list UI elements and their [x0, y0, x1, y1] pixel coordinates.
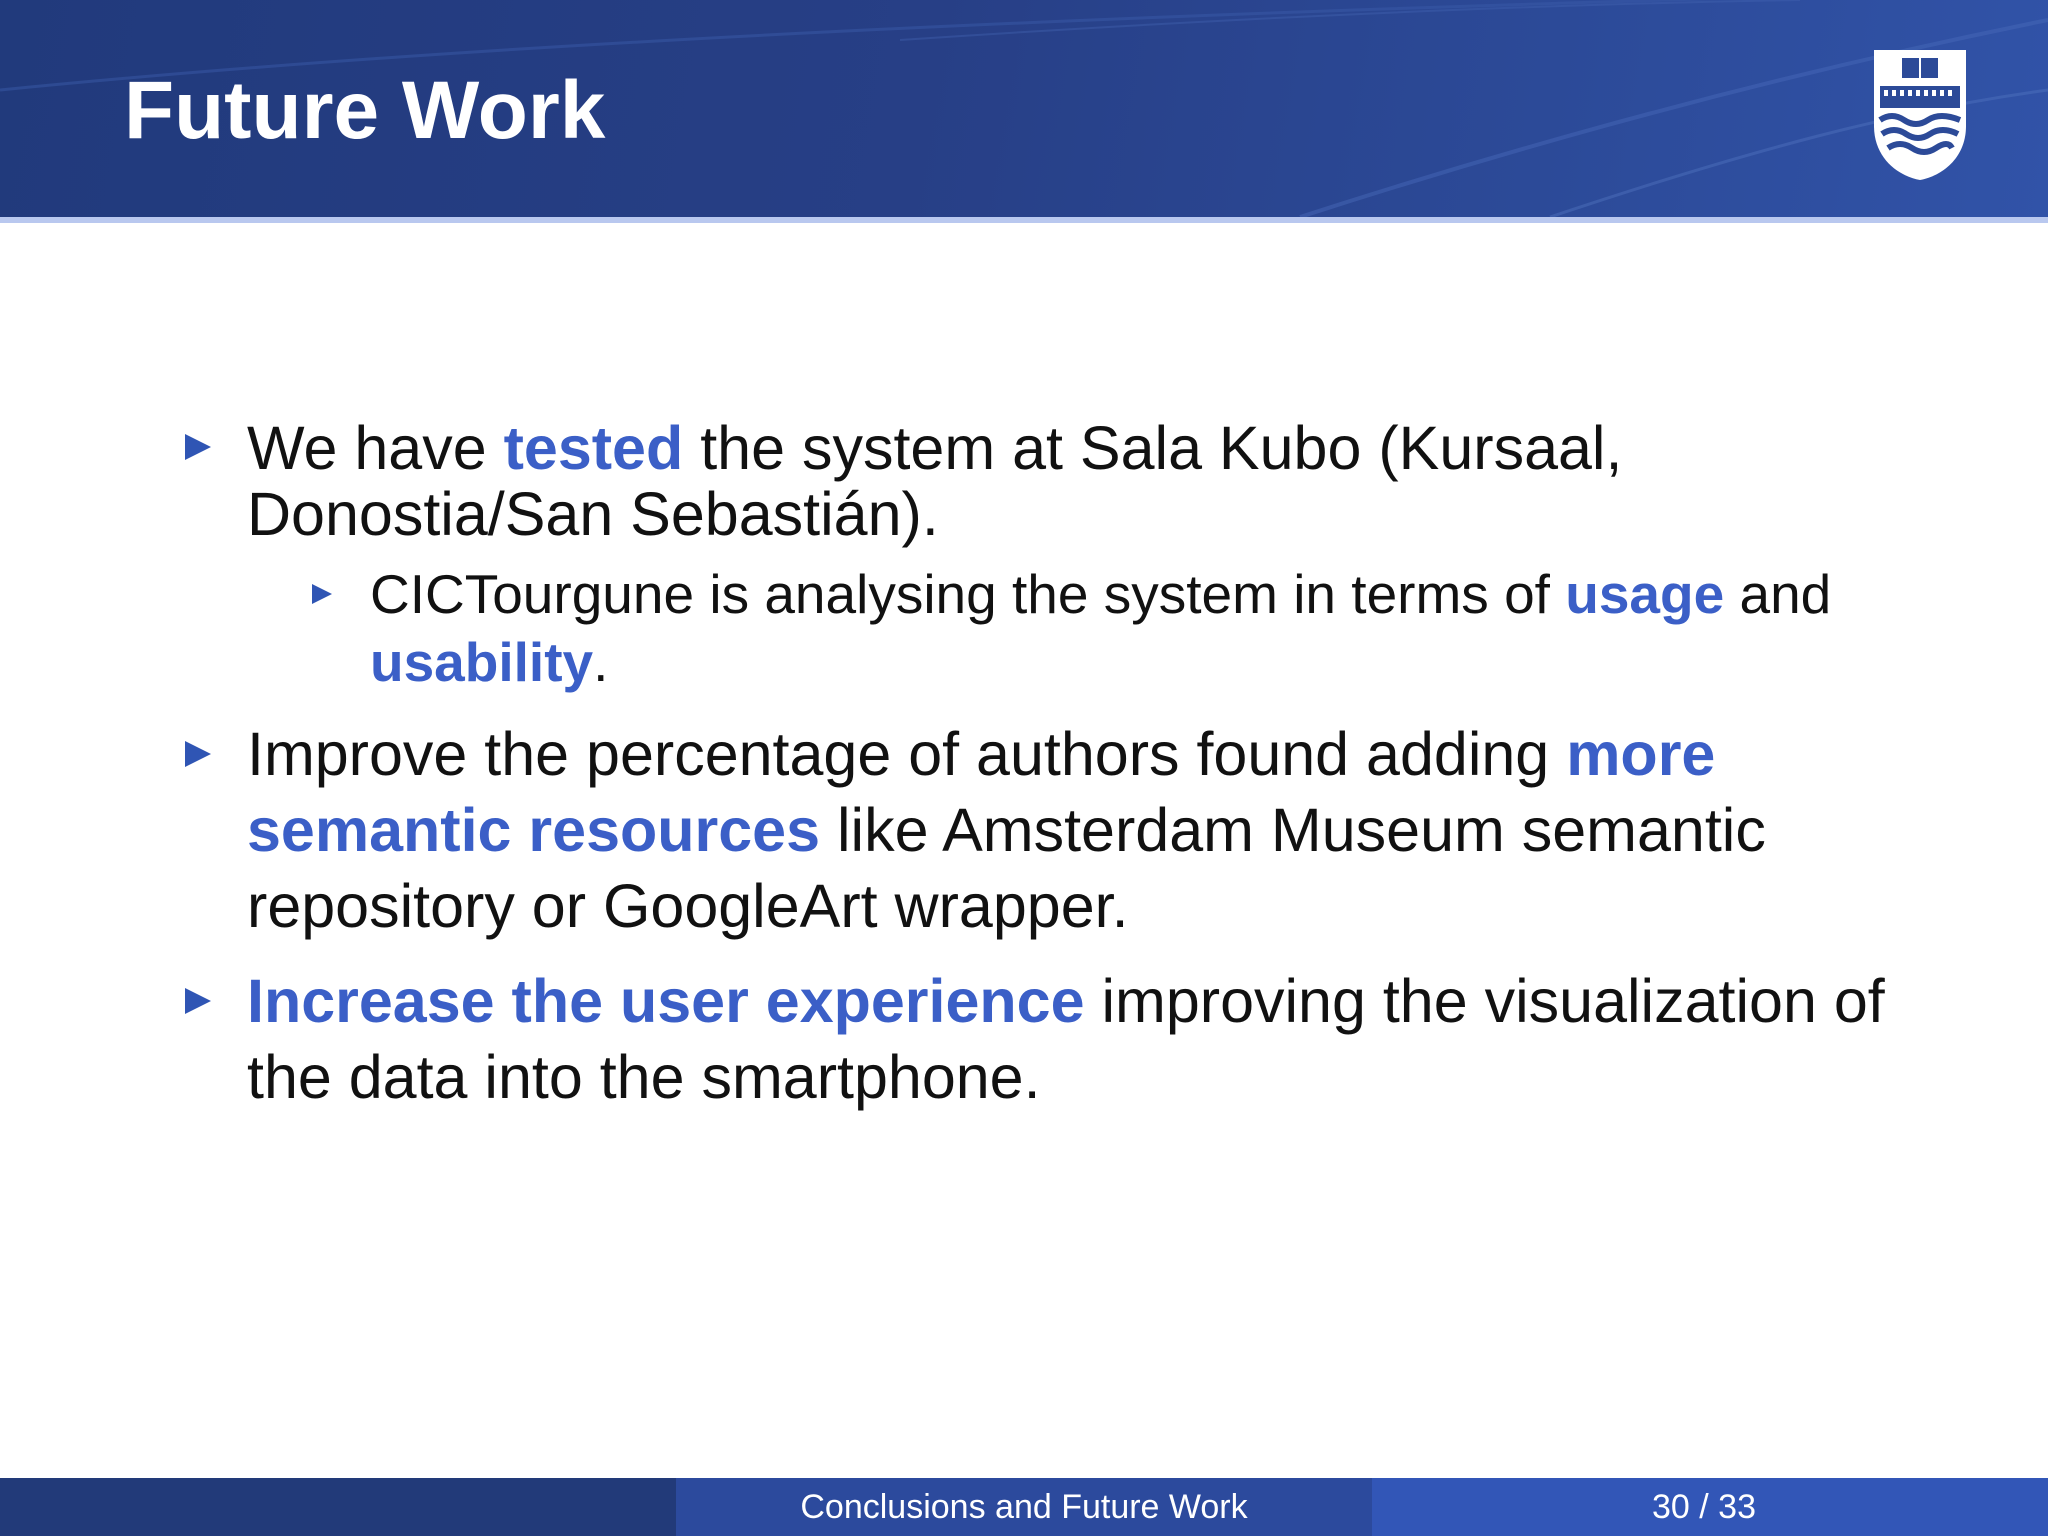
bullet-3-line-2: the data into the smartphone. [247, 1043, 1041, 1111]
bullet-2-line-1: Improve the percentage of authors found … [247, 716, 1715, 792]
bullet-1-emphasis: tested [503, 414, 684, 482]
sub-bullet-line-2: usability. [370, 628, 608, 696]
bullet-marker-icon [185, 741, 211, 767]
bullet-2-emphasis: more [1566, 720, 1716, 788]
bullet-3-emphasis: Increase the user experience [247, 967, 1085, 1035]
bullet-2-text: Improve the percentage of authors found … [247, 720, 1567, 788]
bullet-2-text: like Amsterdam Museum semantic [820, 796, 1766, 864]
slide-header: Future Work [0, 0, 2048, 217]
bullet-3-line-1: Increase the user experience improving t… [247, 963, 1885, 1039]
bullet-3-text: improving the visualization of [1084, 967, 1885, 1035]
slide-title: Future Work [124, 65, 606, 156]
bullet-1-text: We have [247, 414, 504, 482]
bullet-2-line-2: semantic resources like Amsterdam Museum… [247, 792, 1766, 868]
bullet-1-line-1: We have tested the system at Sala Kubo (… [247, 410, 1622, 486]
bullet-1-line-2: Donostia/San Sebastián). [247, 480, 939, 548]
sub-bullet-marker-icon [312, 584, 332, 604]
footer-left-block [0, 1478, 676, 1536]
sub-bullet-text: CICTourgune is analysing the system in t… [370, 563, 1566, 625]
bullet-2-emphasis: semantic resources [247, 796, 821, 864]
page-number: 30 / 33 [1652, 1488, 1756, 1526]
footer-page-block: 30 / 33 [1372, 1478, 2048, 1536]
sub-bullet-emphasis: usability [370, 631, 594, 693]
bullet-2-line-3: repository or GoogleArt wrapper. [247, 872, 1129, 940]
footer-section-title: Conclusions and Future Work [676, 1478, 1372, 1536]
header-divider [0, 217, 2048, 223]
university-shield-logo-icon [1874, 50, 1966, 180]
sub-bullet-text: and [1724, 563, 1832, 625]
bullet-marker-icon [185, 434, 211, 460]
bullet-marker-icon [185, 988, 211, 1014]
sub-bullet-text: . [593, 631, 609, 693]
sub-bullet-line-1: CICTourgune is analysing the system in t… [370, 560, 1831, 628]
sub-bullet-emphasis: usage [1565, 563, 1725, 625]
slide-footer: Conclusions and Future Work 30 / 33 [0, 1478, 2048, 1536]
bullet-1-text: the system at Sala Kubo (Kursaal, [683, 414, 1623, 482]
